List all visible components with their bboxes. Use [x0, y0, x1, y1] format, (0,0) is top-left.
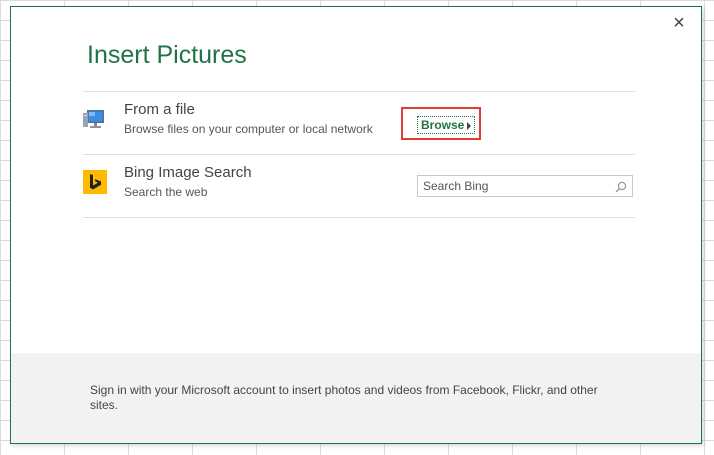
browse-highlight: Browse [401, 107, 481, 140]
search-input[interactable] [418, 176, 613, 196]
bing-search-box [417, 175, 633, 197]
bing-description: Search the web [124, 185, 208, 199]
sign-in-message: Sign in with your Microsoft account to i… [90, 383, 598, 412]
computer-icon [83, 107, 107, 131]
search-icon[interactable] [615, 180, 627, 193]
bing-logo-icon [83, 170, 107, 194]
from-file-option: From a file Browse files on your compute… [83, 93, 635, 153]
divider [83, 91, 635, 92]
footer: Sign in with your Microsoft account to i… [11, 353, 701, 443]
browse-button[interactable]: Browse [417, 116, 476, 134]
dialog-title: Insert Pictures [87, 41, 247, 69]
bing-title: Bing Image Search [124, 164, 252, 181]
caret-right-icon [467, 121, 472, 130]
browse-label: Browse [421, 118, 465, 132]
divider [83, 154, 635, 155]
divider [83, 217, 635, 218]
from-file-description: Browse files on your computer or local n… [124, 122, 373, 136]
close-button[interactable]: × [669, 13, 689, 33]
from-file-title: From a file [124, 101, 195, 118]
insert-pictures-dialog: × Insert Pictures From a file Browse fil… [10, 6, 702, 444]
bing-search-option: Bing Image Search Search the web [83, 156, 635, 216]
